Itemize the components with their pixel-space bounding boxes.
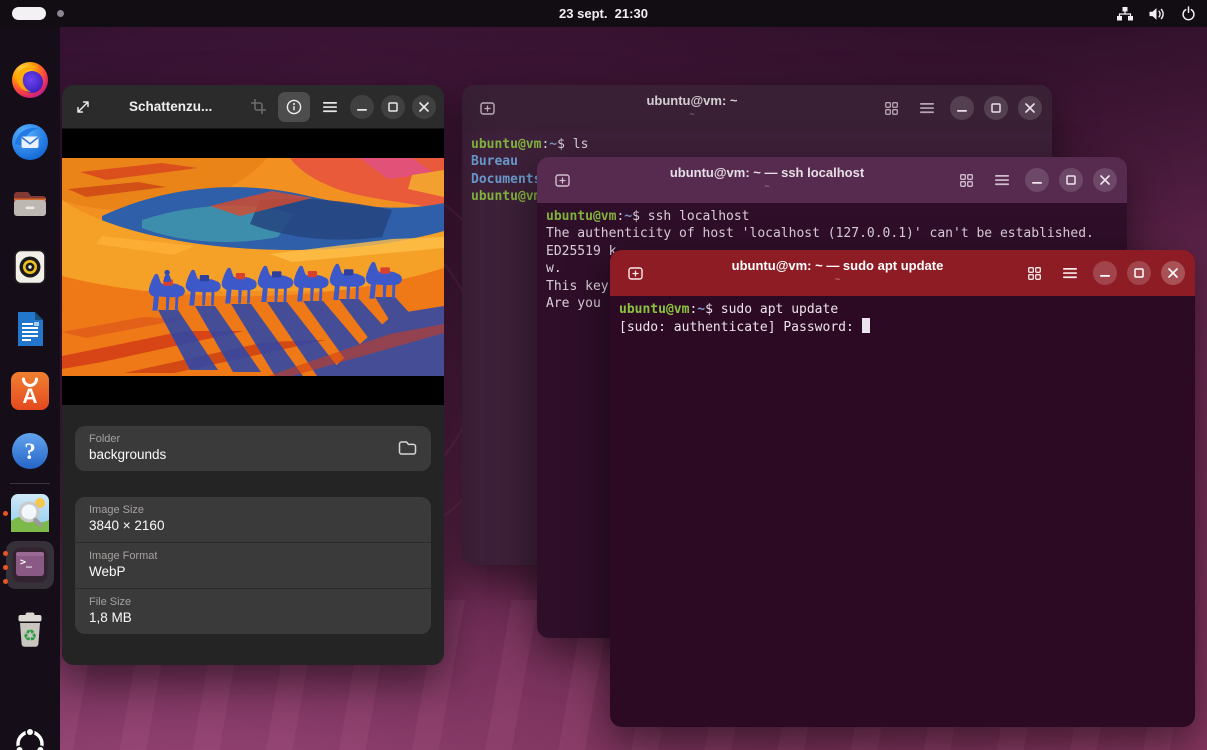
folder-value: backgrounds xyxy=(89,447,166,462)
detail-value: 1,8 MB xyxy=(89,610,417,625)
detail-label: Image Size xyxy=(89,504,417,516)
window-title: ubuntu@vm: ~ — ssh localhost xyxy=(597,164,937,181)
menu-icon[interactable] xyxy=(989,167,1015,193)
terminal-titlebar[interactable]: ubuntu@vm: ~ — sudo apt update ~ xyxy=(610,250,1195,296)
properties-toggle-button[interactable] xyxy=(278,92,310,122)
dock-item-image-viewer[interactable] xyxy=(11,494,49,532)
system-status-area[interactable] xyxy=(1116,6,1197,22)
maximize-button[interactable] xyxy=(381,95,405,119)
minimize-button[interactable] xyxy=(950,96,974,120)
running-indicator-terminal-2 xyxy=(3,565,8,570)
window-subtitle: ~ xyxy=(670,274,1005,284)
terminal-output[interactable]: ubuntu@vm:~$ sudo apt update[sudo: authe… xyxy=(610,296,1195,342)
dock-item-help[interactable]: ? xyxy=(11,432,49,470)
maximize-button[interactable] xyxy=(1059,168,1083,192)
new-tab-icon[interactable] xyxy=(474,95,500,121)
image-canvas[interactable] xyxy=(62,129,444,404)
network-icon[interactable] xyxy=(1116,6,1133,22)
menu-icon[interactable] xyxy=(914,95,940,121)
dock-item-terminal[interactable]: >_ xyxy=(11,546,49,584)
detail-row: File Size 1,8 MB xyxy=(75,588,431,634)
folder-label: Folder xyxy=(89,433,166,445)
detail-label: File Size xyxy=(89,596,417,608)
close-icon[interactable] xyxy=(1018,96,1042,120)
svg-text:?: ? xyxy=(24,439,36,464)
running-indicator-terminal-1 xyxy=(3,551,8,556)
dock-item-app-center[interactable]: A xyxy=(11,372,49,410)
minimize-button[interactable] xyxy=(350,95,374,119)
minimize-button[interactable] xyxy=(1025,168,1049,192)
dock-item-rhythmbox[interactable] xyxy=(11,248,49,286)
dock-item-files[interactable] xyxy=(11,185,49,223)
dock-item-firefox[interactable] xyxy=(11,61,49,99)
svg-text:A: A xyxy=(22,385,37,408)
tab-overview-icon[interactable] xyxy=(1021,260,1047,286)
detail-value: 3840 × 2160 xyxy=(89,518,417,533)
ubuntu-logo-icon[interactable] xyxy=(10,724,48,750)
running-indicator-image-viewer xyxy=(3,511,8,516)
dock-item-libreoffice-writer[interactable] xyxy=(11,310,49,348)
top-bar: 23 sept. 21:30 xyxy=(0,0,1207,27)
dock-item-trash[interactable]: ♻ xyxy=(11,611,49,649)
window-title: ubuntu@vm: ~ xyxy=(522,92,862,109)
properties-panel: Folder backgrounds Image Size 3840 × 216… xyxy=(62,404,444,665)
window-subtitle: ~ xyxy=(522,109,862,119)
window-image-viewer: Schattenzu... xyxy=(62,85,444,665)
dock-separator xyxy=(10,483,50,484)
tab-overview-icon[interactable] xyxy=(878,95,904,121)
menu-icon[interactable] xyxy=(317,94,343,120)
terminal-titlebar[interactable]: ubuntu@vm: ~ — ssh localhost ~ xyxy=(537,157,1127,203)
svg-text:>_: >_ xyxy=(20,557,33,568)
power-icon[interactable] xyxy=(1180,6,1197,22)
close-icon[interactable] xyxy=(1161,261,1185,285)
window-terminal-sudo: ubuntu@vm: ~ — sudo apt update ~ ubuntu@… xyxy=(610,250,1195,727)
new-tab-icon[interactable] xyxy=(549,167,575,193)
volume-icon[interactable] xyxy=(1148,6,1165,22)
window-subtitle: ~ xyxy=(597,181,937,191)
dock: A ? >_ xyxy=(0,27,60,750)
terminal-title-block: ubuntu@vm: ~ — sudo apt update ~ xyxy=(670,257,1005,284)
maximize-button[interactable] xyxy=(1127,261,1151,285)
image-details-group: Image Size 3840 × 2160 Image Format WebP… xyxy=(75,497,431,634)
detail-value: WebP xyxy=(89,564,417,579)
terminal-title-block: ubuntu@vm: ~ ~ xyxy=(522,92,862,119)
terminal-titlebar[interactable]: ubuntu@vm: ~ ~ xyxy=(462,85,1052,131)
open-folder-icon[interactable] xyxy=(398,440,417,456)
detail-row: Image Size 3840 × 2160 xyxy=(75,497,431,542)
fullscreen-icon[interactable] xyxy=(70,94,96,120)
close-icon[interactable] xyxy=(412,95,436,119)
minimize-button[interactable] xyxy=(1093,261,1117,285)
tab-overview-icon[interactable] xyxy=(953,167,979,193)
new-tab-icon[interactable] xyxy=(622,260,648,286)
window-title: Schattenzu... xyxy=(129,99,212,114)
image-viewer-titlebar[interactable]: Schattenzu... xyxy=(62,85,444,129)
window-title: ubuntu@vm: ~ — sudo apt update xyxy=(670,257,1005,274)
camel-caravan-image xyxy=(62,158,444,376)
crop-icon[interactable] xyxy=(245,94,271,120)
dock-item-thunderbird[interactable] xyxy=(11,123,49,161)
close-icon[interactable] xyxy=(1093,168,1117,192)
svg-text:♻: ♻ xyxy=(23,628,37,645)
detail-label: Image Format xyxy=(89,550,417,562)
maximize-button[interactable] xyxy=(984,96,1008,120)
clock[interactable]: 23 sept. 21:30 xyxy=(0,6,1207,21)
menu-icon[interactable] xyxy=(1057,260,1083,286)
running-indicator-terminal-3 xyxy=(3,579,8,584)
terminal-title-block: ubuntu@vm: ~ — ssh localhost ~ xyxy=(597,164,937,191)
folder-card: Folder backgrounds xyxy=(75,426,431,471)
detail-row: Image Format WebP xyxy=(75,542,431,588)
